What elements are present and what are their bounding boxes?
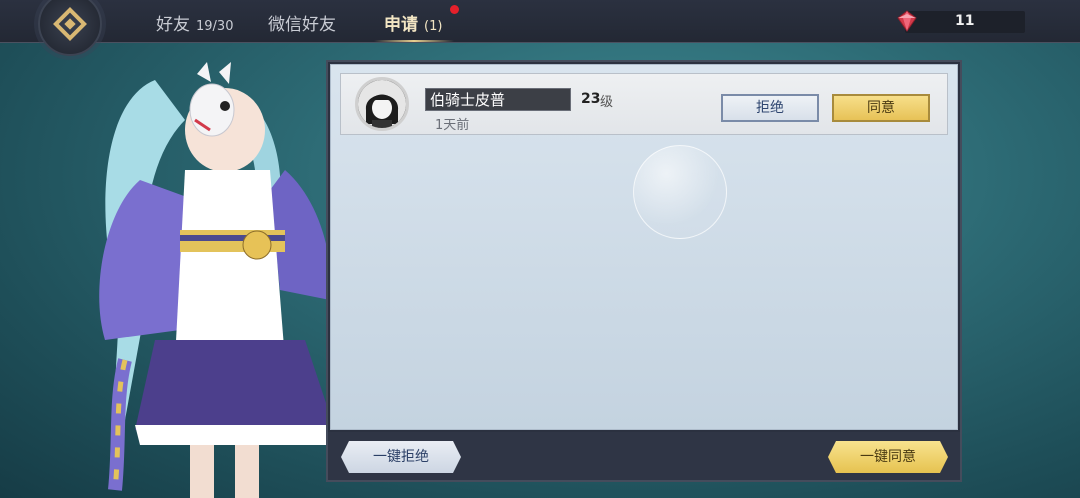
avatar[interactable] xyxy=(355,77,409,131)
player-level-unit: 级 xyxy=(600,95,614,110)
tab-count: (1) xyxy=(424,19,443,34)
accept-all-button[interactable]: 一键同意 xyxy=(828,441,948,473)
tab-friends[interactable]: 好友 19/30 xyxy=(156,10,233,35)
tab-wechat-friends[interactable]: 微信好友 xyxy=(268,10,336,35)
notification-dot xyxy=(450,5,459,14)
tab-label: 好友 xyxy=(156,15,190,35)
active-tab-underline xyxy=(374,40,454,42)
reject-all-button[interactable]: 一键拒绝 xyxy=(341,441,461,473)
accept-button[interactable]: 同意 xyxy=(832,94,930,122)
reject-button[interactable]: 拒绝 xyxy=(721,94,819,122)
player-level: 23 xyxy=(581,91,601,107)
tab-label: 申请 xyxy=(384,15,418,35)
character-illustration xyxy=(99,62,335,498)
tab-count: 19/30 xyxy=(196,19,234,34)
back-button[interactable] xyxy=(38,0,102,56)
player-name: 伯骑士皮普 xyxy=(430,91,506,109)
tab-requests[interactable]: 申请 (1) xyxy=(384,10,442,35)
avatar-portrait-icon xyxy=(358,80,406,128)
red-gem-icon xyxy=(897,10,917,32)
decorative-bubble xyxy=(633,145,727,239)
tab-label: 微信好友 xyxy=(268,15,336,35)
request-time: 1天前 xyxy=(435,118,470,133)
currency-value: 11 xyxy=(955,13,975,29)
